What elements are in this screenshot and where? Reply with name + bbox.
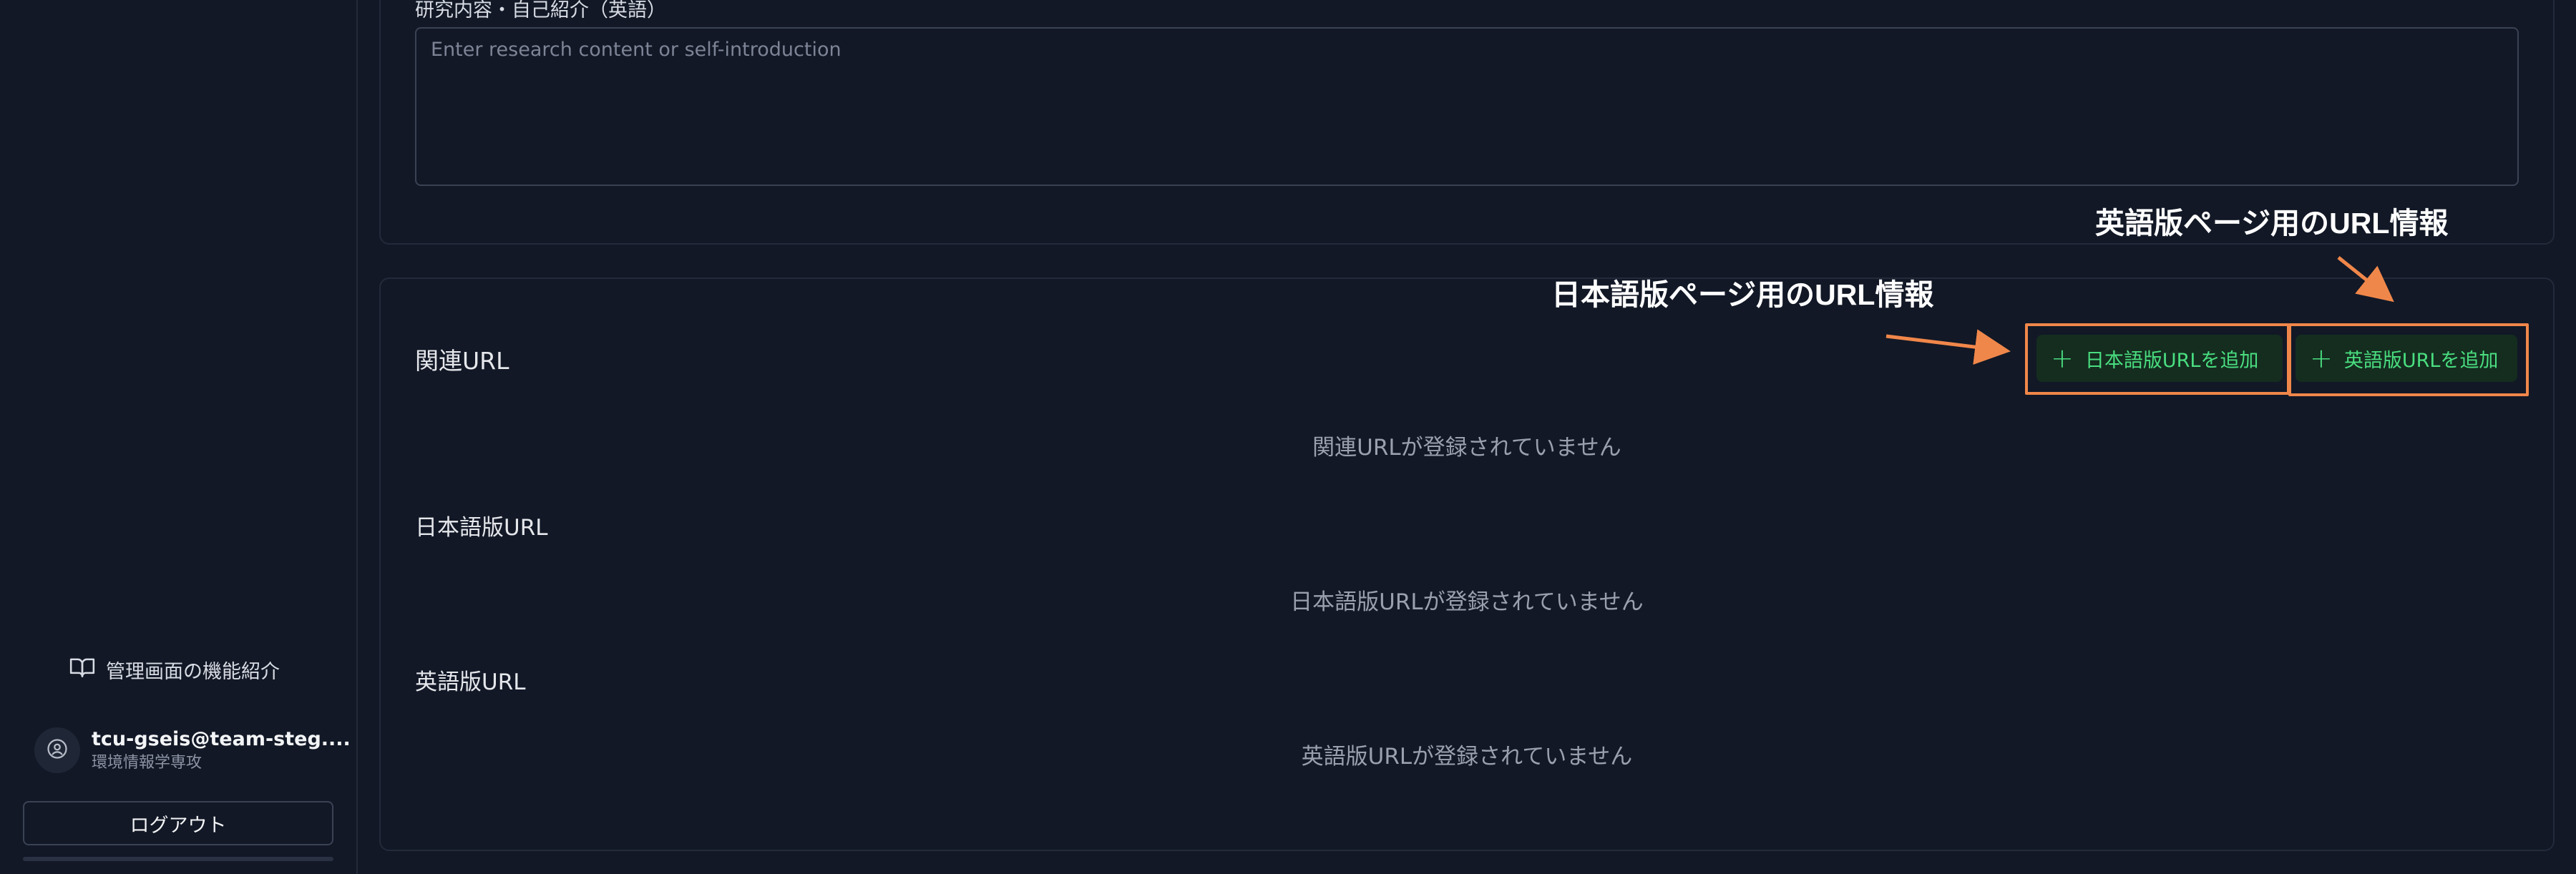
sidebar-scrollbar[interactable] xyxy=(23,857,333,861)
en-url-empty: 英語版URLが登録されていません xyxy=(1301,744,1633,770)
ja-url-empty: 日本語版URLが登録されていません xyxy=(1290,589,1644,615)
en-url-title: 英語版URL xyxy=(415,669,526,695)
ja-url-title: 日本語版URL xyxy=(415,515,548,541)
research-label-en: 研究内容・自己紹介（英語） xyxy=(415,0,666,21)
highlight-en-button xyxy=(2288,323,2529,396)
logout-button[interactable]: ログアウト xyxy=(23,801,333,845)
annotation-ja: 日本語版ページ用のURL情報 xyxy=(1551,278,1934,311)
user-circle-icon xyxy=(47,738,68,762)
related-url-title: 関連URL xyxy=(415,347,509,375)
app-root: 管理画面の機能紹介 tcu-gseis@team-steg.... 環境情報学専… xyxy=(0,0,2576,874)
annotation-en: 英語版ページ用のURL情報 xyxy=(2095,207,2449,240)
highlight-ja-button xyxy=(2025,323,2290,395)
user-email: tcu-gseis@team-steg.... xyxy=(92,728,351,750)
guide-link[interactable]: 管理画面の機能紹介 xyxy=(69,652,280,687)
related-url-empty: 関連URLが登録されていません xyxy=(1312,435,1621,461)
book-open-icon xyxy=(69,654,96,686)
avatar xyxy=(34,727,80,773)
user-department: 環境情報学専攻 xyxy=(92,754,203,772)
research-textarea-en[interactable] xyxy=(415,27,2519,186)
user-info: tcu-gseis@team-steg.... 環境情報学専攻 xyxy=(34,727,351,774)
guide-link-label: 管理画面の機能紹介 xyxy=(106,660,280,683)
sidebar: 管理画面の機能紹介 tcu-gseis@team-steg.... 環境情報学専… xyxy=(0,0,358,874)
